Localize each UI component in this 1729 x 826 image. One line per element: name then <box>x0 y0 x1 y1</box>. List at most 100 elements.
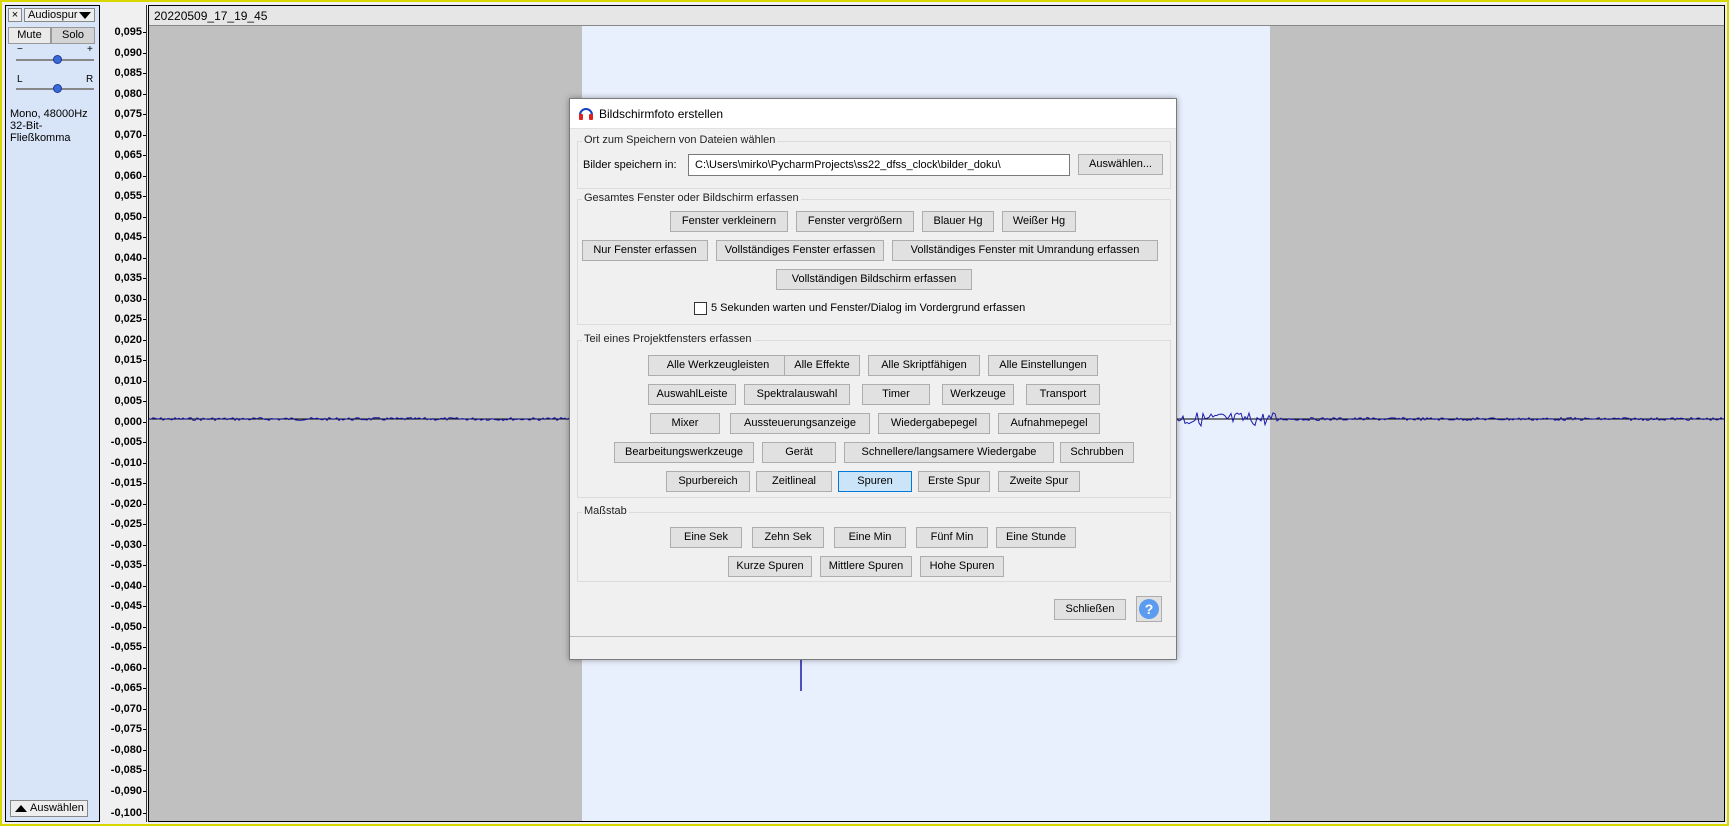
ruler-tick-mark <box>143 626 146 628</box>
white-bg-button[interactable]: Weißer Hg <box>1002 211 1076 232</box>
record-meter-button[interactable]: Aufnahmepegel <box>998 413 1100 434</box>
close-dialog-button[interactable]: Schließen <box>1054 599 1126 620</box>
mute-button[interactable]: Mute <box>8 27 51 44</box>
ruler-tick-mark <box>143 339 146 341</box>
pan-slider-knob[interactable] <box>53 84 62 93</box>
tall-tracks-button[interactable]: Hohe Spuren <box>920 556 1004 577</box>
ruler-tick-label: -0,035 <box>110 559 142 571</box>
all-scriptables-button[interactable]: Alle Skriptfähigen <box>868 355 980 376</box>
track-panel-button[interactable]: Spurbereich <box>666 471 750 492</box>
ruler-tick-mark <box>143 216 146 218</box>
one-hour-button[interactable]: Eine Stunde <box>996 527 1076 548</box>
spectral-selection-button[interactable]: Spektralauswahl <box>744 384 850 405</box>
scrub-button[interactable]: Schrubben <box>1060 442 1134 463</box>
ruler-tick-mark <box>143 298 146 300</box>
close-track-button[interactable]: × <box>8 8 22 22</box>
ruler-tick-label: -0,040 <box>110 579 142 592</box>
all-toolbars-button[interactable]: Alle Werkzeugleisten <box>648 355 788 376</box>
ruler-tick-mark <box>143 647 146 648</box>
ruler-tick-label: 0,085 <box>114 67 142 79</box>
ruler-tick-mark <box>143 462 146 464</box>
timer-button[interactable]: Timer <box>862 384 930 405</box>
second-track-button[interactable]: Zweite Spur <box>998 471 1080 492</box>
full-window-border-button[interactable]: Vollständiges Fenster mit Umrandung erfa… <box>892 240 1158 261</box>
one-min-button[interactable]: Eine Min <box>834 527 906 548</box>
ruler-tick-label: -0,025 <box>110 518 142 530</box>
delay-checkbox[interactable] <box>694 302 707 315</box>
pan-slider[interactable] <box>16 84 94 93</box>
track-format: Mono, 48000Hz <box>10 108 88 120</box>
ruler-tick-label: 0,030 <box>114 292 142 305</box>
ruler-tick-label: 0,065 <box>114 149 142 161</box>
vertical-ruler[interactable]: 0,095 0,090 0,085 0,080 0,075 0,070 0,065 0,060… <box>102 5 147 822</box>
window-only-button[interactable]: Nur Fenster erfassen <box>582 240 708 261</box>
all-preferences-button[interactable]: Alle Einstellungen <box>988 355 1098 376</box>
help-button[interactable]: ? <box>1136 596 1162 622</box>
select-track-button[interactable]: Auswählen <box>10 800 88 817</box>
all-effects-button[interactable]: Alle Effekte <box>784 355 860 376</box>
dialog-title: Bildschirmfoto erstellen <box>599 107 724 121</box>
full-window-button[interactable]: Vollständiges Fenster erfassen <box>716 240 884 261</box>
ruler-tick-label: -0,010 <box>110 456 142 469</box>
ruler-tick-label: 0,075 <box>114 108 142 120</box>
medium-tracks-button[interactable]: Mittlere Spuren <box>820 556 912 577</box>
mixer-button[interactable]: Mixer <box>650 413 720 434</box>
gain-minus-label: − <box>17 44 23 55</box>
save-path-label: Bilder speichern in: <box>583 159 677 171</box>
ruler-tick-mark <box>143 319 146 320</box>
gain-slider[interactable] <box>16 55 94 64</box>
track-name: Audiospur <box>28 9 78 21</box>
collapse-triangle-icon <box>15 805 27 812</box>
play-meter-button[interactable]: Wiedergabepegel <box>878 413 990 434</box>
gain-plus-label: + <box>87 44 93 55</box>
play-at-speed-button[interactable]: Schnellere/langsamere Wiedergabe <box>844 442 1054 463</box>
ruler-tick-label: -0,065 <box>110 682 142 694</box>
full-screen-button[interactable]: Vollständigen Bildschirm erfassen <box>776 269 972 290</box>
ruler-button[interactable]: Zeitlineal <box>756 471 832 492</box>
dialog-title-bar[interactable]: Bildschirmfoto erstellen <box>570 99 1176 129</box>
ruler-tick-mark <box>143 278 146 279</box>
ruler-tick-mark <box>143 257 146 259</box>
ruler-tick-mark <box>143 421 146 423</box>
ruler-tick-label: 0,020 <box>114 333 142 346</box>
save-path-input[interactable]: C:\Users\mirko\PycharmProjects\ss22_dfss… <box>688 154 1070 176</box>
blue-bg-button[interactable]: Blauer Hg <box>922 211 994 232</box>
track-name-menu[interactable]: Audiospur <box>24 8 95 22</box>
five-min-button[interactable]: Fünf Min <box>916 527 988 548</box>
gain-slider-knob[interactable] <box>53 55 62 64</box>
browse-button[interactable]: Auswählen... <box>1078 154 1163 175</box>
solo-button[interactable]: Solo <box>51 27 95 44</box>
ruler-tick-label: -0,020 <box>110 497 142 510</box>
one-sec-button[interactable]: Eine Sek <box>670 527 742 548</box>
ruler-tick-label: -0,030 <box>110 538 142 551</box>
ruler-tick-label: 0,015 <box>114 354 142 366</box>
ruler-tick-label: -0,090 <box>110 784 142 797</box>
meter-button[interactable]: Aussteuerungsanzeige <box>730 413 870 434</box>
selection-bar-button[interactable]: AuswahlLeiste <box>648 384 736 405</box>
ruler-tick-label: 0,045 <box>114 231 142 243</box>
first-track-button[interactable]: Erste Spur <box>918 471 990 492</box>
ruler-tick-mark <box>143 667 146 669</box>
ruler-tick-mark <box>143 380 146 382</box>
short-tracks-button[interactable]: Kurze Spuren <box>728 556 812 577</box>
ruler-tick-label: -0,085 <box>110 764 142 776</box>
ruler-tick-label: 0,025 <box>114 313 142 325</box>
tracks-button[interactable]: Spuren <box>838 471 912 492</box>
ruler-tick-mark <box>143 749 146 751</box>
shrink-window-button[interactable]: Fenster verkleinern <box>670 211 788 232</box>
transport-button[interactable]: Transport <box>1026 384 1100 405</box>
tools-button[interactable]: Werkzeuge <box>942 384 1014 405</box>
ten-sec-button[interactable]: Zehn Sek <box>752 527 824 548</box>
ruler-tick-label: 0,005 <box>114 395 142 407</box>
edit-tools-button[interactable]: Bearbeitungswerkzeuge <box>614 442 754 463</box>
ruler-tick-mark <box>143 114 146 115</box>
ruler-tick-label: 0,090 <box>114 46 142 59</box>
ruler-tick-mark <box>143 483 146 484</box>
ruler-tick-label: 0,055 <box>114 190 142 202</box>
ruler-tick-mark <box>143 585 146 587</box>
ruler-tick-mark <box>143 544 146 546</box>
save-location-label: Ort zum Speichern von Dateien wählen <box>582 134 778 146</box>
ruler-tick-mark <box>143 688 146 689</box>
enlarge-window-button[interactable]: Fenster vergrößern <box>796 211 914 232</box>
device-button[interactable]: Gerät <box>762 442 836 463</box>
